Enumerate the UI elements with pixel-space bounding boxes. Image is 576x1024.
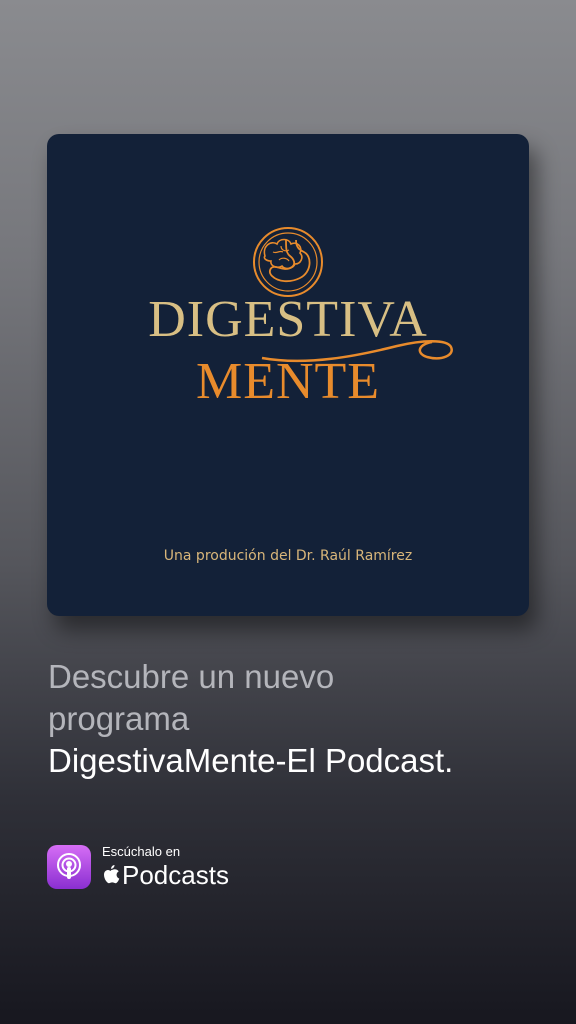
badge-podcasts-label-row: Podcasts: [102, 860, 229, 890]
promo-headline: Descubre un nuevo programa DigestivaMent…: [48, 656, 558, 782]
brain-stomach-emblem-icon: [253, 227, 323, 297]
headline-line-1: Descubre un nuevo: [48, 658, 335, 695]
apple-podcasts-icon: [47, 845, 91, 889]
podcast-cover-art[interactable]: DIGESTIVA MENTE Una produción del Dr. Ra…: [47, 134, 529, 616]
headline-line-2: programa: [48, 700, 190, 737]
apple-logo-icon: [104, 865, 120, 884]
badge-text: Escúchalo en Podcasts: [102, 844, 229, 890]
listen-on-apple-podcasts-badge[interactable]: Escúchalo en Podcasts: [47, 842, 229, 892]
badge-listen-label: Escúchalo en: [102, 844, 181, 859]
cover-credit: Una produción del Dr. Raúl Ramírez: [163, 548, 413, 564]
badge-podcasts-label: Podcasts: [122, 860, 229, 890]
headline-podcast-title: DigestivaMente-El Podcast.: [48, 742, 454, 779]
wordmark-mente: MENTE: [195, 353, 381, 410]
wordmark-digestiva: DIGESTIVA: [148, 291, 428, 348]
